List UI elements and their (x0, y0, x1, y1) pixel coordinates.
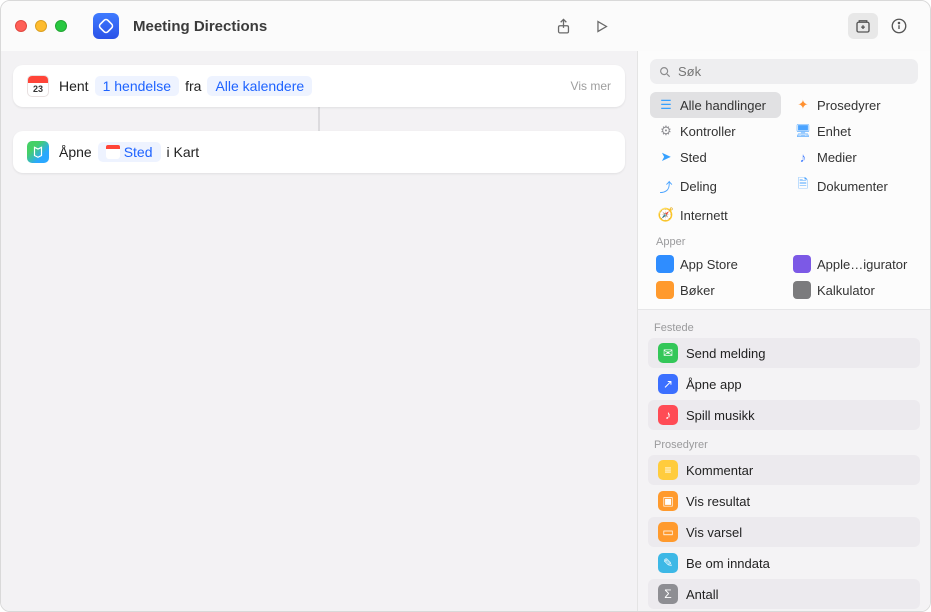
app-item-calculator[interactable]: Kalkulator (787, 277, 918, 303)
category-web[interactable]: 🧭Internett (650, 202, 781, 228)
action-get-calendar-events[interactable]: 23 Hent 1 hendelse fra Alle kalendere Vi… (13, 65, 625, 107)
category-media[interactable]: ♪Medier (787, 144, 918, 170)
category-location[interactable]: ➤Sted (650, 144, 781, 170)
pinned-item-send-message[interactable]: ✉︎Send melding (648, 338, 920, 368)
category-grid: ☰Alle handlinger ✦Prosedyrer ⚙︎Kontrolle… (646, 92, 922, 228)
share-button[interactable] (548, 12, 578, 40)
action-open-in-maps[interactable]: Åpne Sted i Kart (13, 131, 625, 173)
calculator-icon (793, 281, 811, 299)
shortcut-app-icon (93, 13, 119, 39)
pinned-item-play-music[interactable]: ♪Spill musikk (648, 400, 920, 430)
app-item-configurator[interactable]: Apple…igurator (787, 251, 918, 277)
category-scripting[interactable]: ✦Prosedyrer (787, 92, 918, 118)
event-count-token[interactable]: 1 hendelse (95, 76, 180, 96)
app-item-appstore[interactable]: App Store (650, 251, 781, 277)
action-library-button[interactable] (848, 13, 878, 39)
sidebar-bottom-pane: Festede ✉︎Send melding ↗︎Åpne app ♪Spill… (638, 309, 930, 611)
apps-section-label: Apper (646, 228, 922, 251)
scripting-item-show-alert[interactable]: ▭Vis varsel (648, 517, 920, 547)
zoom-window-button[interactable] (55, 20, 67, 32)
search-field[interactable] (650, 59, 918, 84)
calendar-token[interactable]: Alle kalendere (207, 76, 312, 96)
editor-canvas[interactable]: 23 Hent 1 hendelse fra Alle kalendere Vi… (1, 51, 637, 611)
minimize-window-button[interactable] (35, 20, 47, 32)
category-documents[interactable]: 🗎Dokumenter (787, 170, 918, 202)
app-window: Meeting Directions 23 Hent 1 h (0, 0, 931, 612)
scripting-item-count[interactable]: ΣAntall (648, 579, 920, 609)
input-icon: ✎ (658, 553, 678, 573)
calendar-mini-icon (106, 145, 120, 159)
scripting-item-ask-input[interactable]: ✎Be om inndata (648, 548, 920, 578)
message-icon: ✉︎ (658, 343, 678, 363)
body-split: 23 Hent 1 hendelse fra Alle kalendere Vi… (1, 51, 930, 611)
apps-list: App Store Apple…igurator Bøker Kalkulato… (646, 251, 922, 303)
titlebar: Meeting Directions (1, 1, 930, 51)
category-device[interactable]: 🖥︎Enhet (787, 118, 918, 144)
app-item-books[interactable]: Bøker (650, 277, 781, 303)
count-icon: Σ (658, 584, 678, 604)
close-window-button[interactable] (15, 20, 27, 32)
calendar-icon: 23 (27, 75, 49, 97)
result-icon: ▣ (658, 491, 678, 511)
action-word: Hent (59, 78, 89, 94)
action-connector (13, 107, 625, 131)
sidebar: ☰Alle handlinger ✦Prosedyrer ⚙︎Kontrolle… (637, 51, 930, 611)
category-controls[interactable]: ⚙︎Kontroller (650, 118, 781, 144)
scripting-item-comment[interactable]: ≡Kommentar (648, 455, 920, 485)
run-button[interactable] (586, 12, 616, 40)
music-icon: ♪ (658, 405, 678, 425)
action-word: i Kart (167, 144, 200, 160)
shortcut-title: Meeting Directions (133, 18, 267, 35)
scripting-item-show-result[interactable]: ▣Vis resultat (648, 486, 920, 516)
action-word: Åpne (59, 144, 92, 160)
window-controls (15, 20, 67, 32)
open-app-icon: ↗︎ (658, 374, 678, 394)
category-all-actions[interactable]: ☰Alle handlinger (650, 92, 781, 118)
maps-icon (27, 141, 49, 163)
pinned-section-label: Festede (644, 314, 924, 337)
comment-icon: ≡ (658, 460, 678, 480)
scripting-section-label: Prosedyrer (644, 431, 924, 454)
category-sharing[interactable]: ⤴︎Deling (650, 170, 781, 202)
appstore-icon (656, 255, 674, 273)
show-more-button[interactable]: Vis mer (571, 79, 611, 93)
books-icon (656, 281, 674, 299)
alert-icon: ▭ (658, 522, 678, 542)
search-input[interactable] (678, 64, 910, 79)
info-button[interactable] (884, 13, 914, 39)
scripting-item-choose-menu[interactable]: ☰Velg fra meny (648, 610, 920, 611)
pinned-item-open-app[interactable]: ↗︎Åpne app (648, 369, 920, 399)
configurator-icon (793, 255, 811, 273)
action-word: fra (185, 78, 201, 94)
location-token[interactable]: Sted (98, 142, 161, 162)
